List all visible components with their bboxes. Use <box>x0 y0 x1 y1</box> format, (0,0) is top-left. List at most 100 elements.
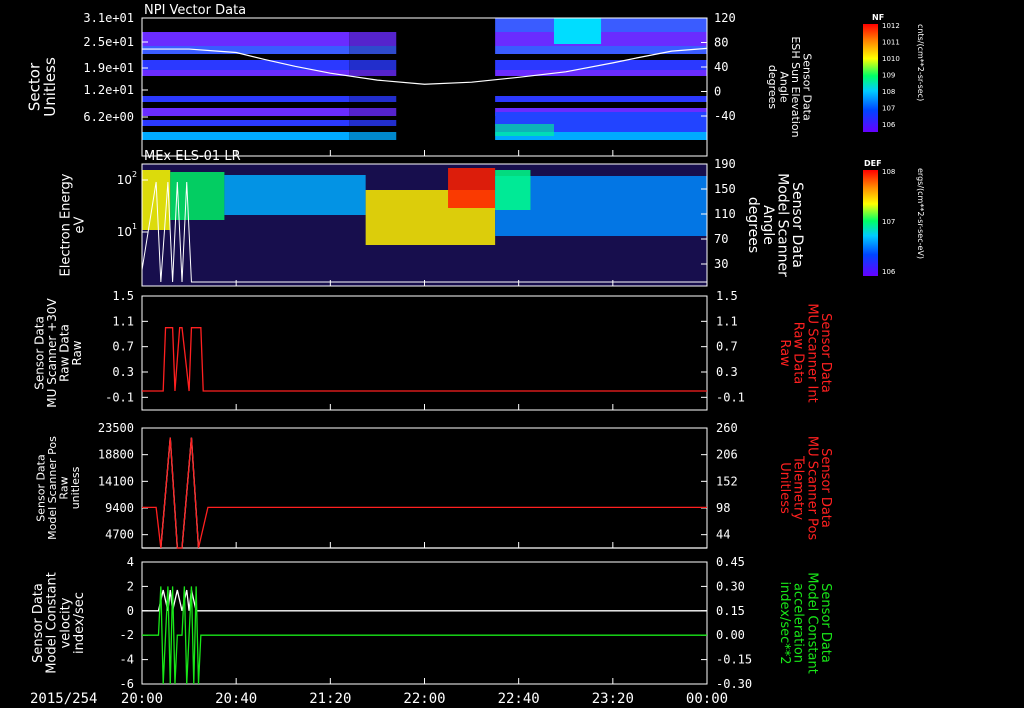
els-heat-cell <box>495 170 531 210</box>
right-tick: 0.3 <box>716 365 738 379</box>
npi-heat-cell <box>349 120 397 126</box>
els-heat-cell <box>142 170 171 230</box>
panel-constant-velocity: 4 2 0 -2 -4 -6 0.45 0.30 0.15 0.00 -0.15 -0.30 Senso… <box>31 555 833 691</box>
right-tick: 152 <box>716 474 738 488</box>
els-colorbar-gradient <box>863 170 878 276</box>
y-tick: -4 <box>120 653 134 667</box>
scanpos-axes: 23500 18800 14100 9400 4700 260 206 152 98 44 Sens… <box>35 421 833 542</box>
y-tick: 1.5 <box>112 289 134 303</box>
date-label: 2015/254 <box>30 691 97 707</box>
npi-heat-cell <box>142 108 350 116</box>
right-tick: 1.1 <box>716 314 738 328</box>
els-right-label: Sensor DataModel ScannerAngledegrees <box>745 173 805 277</box>
series-line <box>142 589 707 612</box>
y-tick: 14100 <box>98 474 134 488</box>
els-right-tick: 70 <box>714 232 728 246</box>
npi-y-tick: 3.1e+01 <box>83 11 134 25</box>
npi-y-tick: 6.2e+00 <box>83 110 134 124</box>
els-colorbar-ticks: 108 107 106 <box>882 168 896 276</box>
els-right-label-line: Model Scanner <box>774 173 790 277</box>
npi-right-tick: 0 <box>714 85 721 99</box>
right-axis-label: Sensor DataModel Constantaccelerationind… <box>777 572 833 674</box>
velocity-series <box>142 586 707 685</box>
right-tick: 1.5 <box>716 289 738 303</box>
npi-heat-cell <box>349 70 397 76</box>
els-colorbar-tick: 108 <box>882 168 895 176</box>
npi-colorbar-units: cnts/(cm**2-sr-sec) <box>916 24 925 101</box>
els-colorbar-units: ergs/(cm**2-sr-sec-eV) <box>916 168 925 259</box>
npi-heat-cell <box>142 60 350 70</box>
npi-heat-cell <box>142 32 350 46</box>
time-tick-label: 20:00 <box>121 691 163 707</box>
npi-heat-cell <box>349 46 397 54</box>
npi-colorbar-tick: 1011 <box>882 39 900 47</box>
els-colorbar-tick: 107 <box>882 218 895 226</box>
npi-heat-cell <box>349 32 397 46</box>
y-tick: 9400 <box>105 501 134 515</box>
y-axis-label: Sensor DataModel Scanner PosRawunitless <box>35 436 83 540</box>
npi-heat-cell <box>142 132 350 140</box>
time-tick-label: 22:00 <box>403 691 445 707</box>
right-tick: 44 <box>716 528 730 542</box>
els-colorbar-tick: 106 <box>882 268 896 276</box>
els-heat-cell <box>448 168 496 208</box>
velocity-panel-frame <box>141 561 708 685</box>
npi-heat-cell <box>495 124 554 136</box>
npi-heat-cell <box>495 96 707 102</box>
mu30v-panel-frame <box>141 295 708 411</box>
y-tick: -0.1 <box>105 390 134 404</box>
right-tick: 0.15 <box>716 604 745 618</box>
right-tick: 0.30 <box>716 579 745 593</box>
els-y-tick-exp: 2 <box>132 170 137 179</box>
panel-scanner-pos: 23500 18800 14100 9400 4700 260 206 152 98 44 Sens… <box>35 421 833 549</box>
npi-y-tick: 1.2e+01 <box>83 83 134 97</box>
npi-colorbar-tick: 108 <box>882 88 895 96</box>
els-y-label: Electron EnergyeV <box>59 173 88 276</box>
npi-colorbar: NF 1012 1011 1010 109 108 107 106 cnts/(cm**2-… <box>863 13 925 132</box>
npi-right-tick: -40 <box>714 109 736 123</box>
plot-canvas: NPI Vector Data 3.1e+01 2.5e+01 1.9e+01 1.2… <box>25 3 925 707</box>
els-heat-cell <box>224 175 366 215</box>
y-axis-label-line: unitless <box>69 466 82 509</box>
els-panel-title: MEx ELS-01 LR <box>144 149 241 164</box>
els-y-label-line: eV <box>72 216 87 233</box>
els-heatmap <box>142 164 707 286</box>
npi-heat-cell <box>142 96 350 102</box>
y-tick: 4700 <box>105 528 134 542</box>
npi-heat-cell <box>349 96 397 102</box>
y-tick: 0.3 <box>112 365 134 379</box>
npi-colorbar-ticks: 1012 1011 1010 109 108 107 106 <box>882 22 900 129</box>
els-right-tick: 150 <box>714 182 736 196</box>
npi-right-label-line: degrees <box>766 65 779 110</box>
npi-colorbar-tick: 106 <box>882 121 896 129</box>
time-tick-label: 00:00 <box>686 691 728 707</box>
els-right-tick: 110 <box>714 207 736 221</box>
right-axis-label-line: Raw <box>777 339 792 367</box>
npi-heat-cell <box>553 18 602 44</box>
right-tick: 206 <box>716 448 738 462</box>
right-axis-label: Sensor DataMU Scanner PosTelemetryUnitle… <box>777 436 833 541</box>
y-tick: -2 <box>120 628 134 642</box>
els-colorbar: DEF 108 107 106 ergs/(cm**2-sr-sec-eV) <box>863 159 925 276</box>
y-tick: 0 <box>127 604 134 618</box>
els-right-tick: 190 <box>714 157 736 171</box>
els-y-tick: 10 <box>117 173 132 187</box>
right-axis-label: Sensor DataMU Scanner IntRaw DataRaw <box>777 303 833 402</box>
npi-y-label-line: Unitless <box>41 57 59 117</box>
right-tick: 0.45 <box>716 555 745 569</box>
npi-heat-cell <box>142 46 350 54</box>
series-line <box>142 586 707 685</box>
npi-colorbar-tick: 109 <box>882 72 895 80</box>
y-axis-label-line: Raw <box>70 340 84 365</box>
series-line <box>142 437 707 549</box>
npi-right-label: Sensor DataESH Sun ElevationAngledegrees <box>766 36 814 137</box>
npi-colorbar-tick: 1012 <box>882 22 900 30</box>
panel-npi-vector-data: NPI Vector Data 3.1e+01 2.5e+01 1.9e+01 1.2… <box>25 3 814 157</box>
npi-y-tick: 2.5e+01 <box>83 35 134 49</box>
right-tick: 0.7 <box>716 340 738 354</box>
els-y-tick: 10 <box>117 225 132 239</box>
npi-colorbar-tick: 107 <box>882 105 895 113</box>
series-line <box>142 327 707 392</box>
mu30v-series <box>142 327 707 392</box>
npi-colorbar-label: NF <box>872 13 884 22</box>
